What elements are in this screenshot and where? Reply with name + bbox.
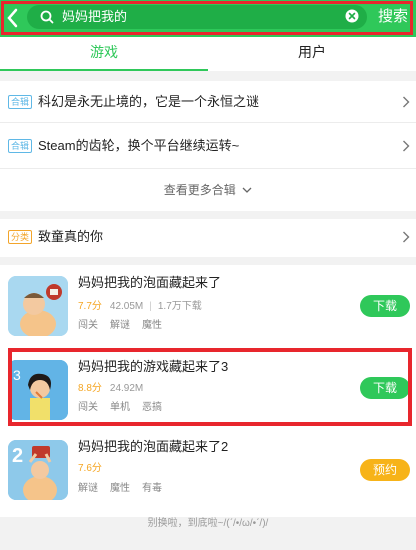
game-tag: 闯关 [78, 320, 98, 331]
game-name: 妈妈把我的泡面藏起来了 [78, 275, 222, 290]
game-meta: 7.7分 42.05M | 1.7万下载 [78, 301, 202, 312]
tab-games[interactable]: 游戏 [0, 37, 208, 71]
more-collections-button[interactable]: 查看更多合辑 [0, 169, 416, 211]
game-icon: 3 [8, 360, 68, 420]
game-name: 妈妈把我的游戏藏起来了3 [78, 359, 229, 374]
game-item[interactable]: 妈妈把我的泡面藏起来了 7.7分 42.05M | 1.7万下载 闯关 解谜 魔性 下载 [0, 265, 416, 350]
game-tag: 闯关 [78, 402, 98, 413]
collection-tag: 合辑 [8, 95, 32, 109]
download-button[interactable]: 下载 [360, 295, 410, 317]
collection-row[interactable]: 合辑 Steam的齿轮，换个平台继续运转~ [0, 123, 416, 169]
game-tags: 解谜 魔性 有毒 [78, 482, 174, 496]
chevron-right-icon [403, 96, 410, 108]
category-tag: 分类 [8, 230, 32, 244]
chevron-right-icon [403, 140, 410, 152]
collection-title: Steam的齿轮，换个平台继续运转~ [38, 138, 240, 153]
more-collections-label: 查看更多合辑 [163, 183, 236, 197]
tab-users[interactable]: 用户 [208, 37, 416, 71]
reserve-button[interactable]: 预约 [360, 459, 410, 481]
game-size: 42.05M [109, 301, 144, 312]
game-name: 妈妈把我的泡面藏起来了2 [78, 439, 229, 454]
game-score: 8.8分 [78, 383, 102, 394]
svg-text:2: 2 [12, 445, 23, 467]
game-tag: 解谜 [78, 483, 98, 494]
game-score: 7.6分 [78, 463, 102, 474]
game-tag: 魔性 [110, 483, 130, 494]
category-row[interactable]: 分类 致童真的你 [0, 219, 416, 257]
game-tag: 单机 [110, 402, 130, 413]
search-header: 妈妈把我的 搜索 [0, 0, 416, 37]
game-meta: 8.8分 24.92M [78, 382, 143, 396]
end-of-list-text: 别换啦，到底啦~/(ˊ/•/ω/•ˊ/)/ [147, 518, 269, 529]
download-button[interactable]: 下载 [360, 377, 410, 399]
game-item[interactable]: 3 妈妈把我的游戏藏起来了3 8.8分 24.92M 闯关 单机 恶搞 下载 [0, 350, 416, 435]
game-tag: 恶搞 [142, 402, 162, 413]
tab-active-indicator [0, 69, 208, 71]
game-tag: 解谜 [110, 320, 130, 331]
game-tags: 闯关 单机 恶搞 [78, 401, 174, 415]
game-size: 24.92M [109, 383, 144, 394]
collection-tag: 合辑 [8, 139, 32, 153]
svg-text:3: 3 [13, 367, 21, 383]
game-tag: 魔性 [142, 320, 162, 331]
collection-title: 科幻是永无止境的，它是一个永恒之谜 [38, 94, 260, 109]
game-tags: 闯关 解谜 魔性 [78, 319, 174, 333]
game-tag: 有毒 [142, 483, 162, 494]
game-downloads: 1.7万下载 [157, 301, 202, 312]
collection-row[interactable]: 合辑 科幻是永无止境的，它是一个永恒之谜 [0, 81, 416, 123]
chevron-right-icon [403, 231, 410, 243]
header-highlight-box [1, 1, 413, 35]
game-icon: 2 [8, 440, 68, 500]
tab-bar: 游戏 用户 [0, 37, 416, 71]
game-meta: 7.6分 [78, 462, 110, 476]
category-title: 致童真的你 [38, 229, 104, 244]
game-icon [8, 276, 68, 336]
game-score: 7.7分 [78, 301, 102, 312]
chevron-down-icon [242, 187, 252, 193]
game-item[interactable]: 2 妈妈把我的泡面藏起来了2 7.6分 解谜 魔性 有毒 预约 [0, 432, 416, 517]
